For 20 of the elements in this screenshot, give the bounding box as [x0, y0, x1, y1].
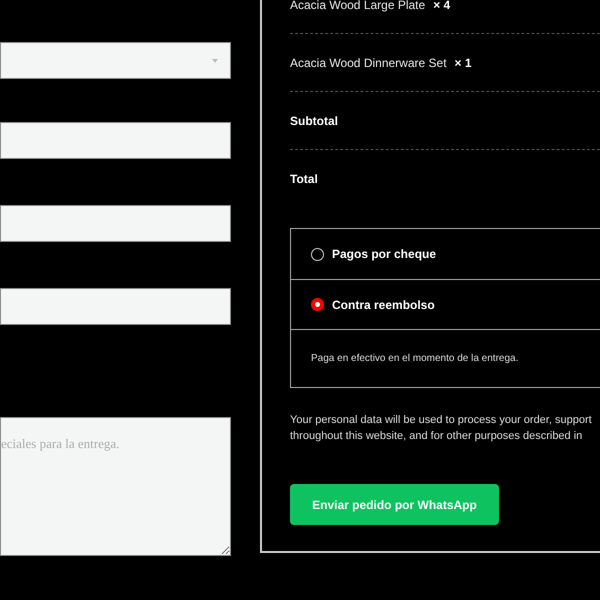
payment-option-label: Pagos por cheque — [332, 246, 436, 263]
input-field[interactable] — [0, 205, 231, 242]
radio-button[interactable] — [311, 248, 324, 260]
payment-description: Paga en efectivo en el momento de la entrega. — [311, 352, 518, 366]
input-field[interactable] — [0, 122, 231, 159]
submit-button[interactable]: Enviar pedido por WhatsApp — [290, 484, 499, 525]
privacy-text-line: throughout this website, and for other purposes described in — [290, 429, 584, 444]
order-item-name: Acacia Wood Large Plate — [290, 0, 426, 14]
total-label: Subtotal — [290, 112, 338, 130]
select-field[interactable] — [0, 42, 231, 79]
payment-option-label: Contra reembolso — [332, 296, 435, 314]
total-label: Total — [290, 171, 318, 188]
privacy-text-line: Your personal data will be used to process your order, support — [290, 413, 593, 428]
item-quantity: × 4 — [433, 0, 450, 14]
notes-field[interactable]: eciales para la entrega. — [0, 417, 231, 556]
item-quantity: × 1 — [454, 54, 472, 72]
radio-button[interactable] — [311, 298, 324, 311]
input-field[interactable] — [0, 288, 231, 325]
caret-icon — [212, 58, 218, 62]
order-item-name: Acacia Wood Dinnerware Set — [290, 54, 447, 72]
